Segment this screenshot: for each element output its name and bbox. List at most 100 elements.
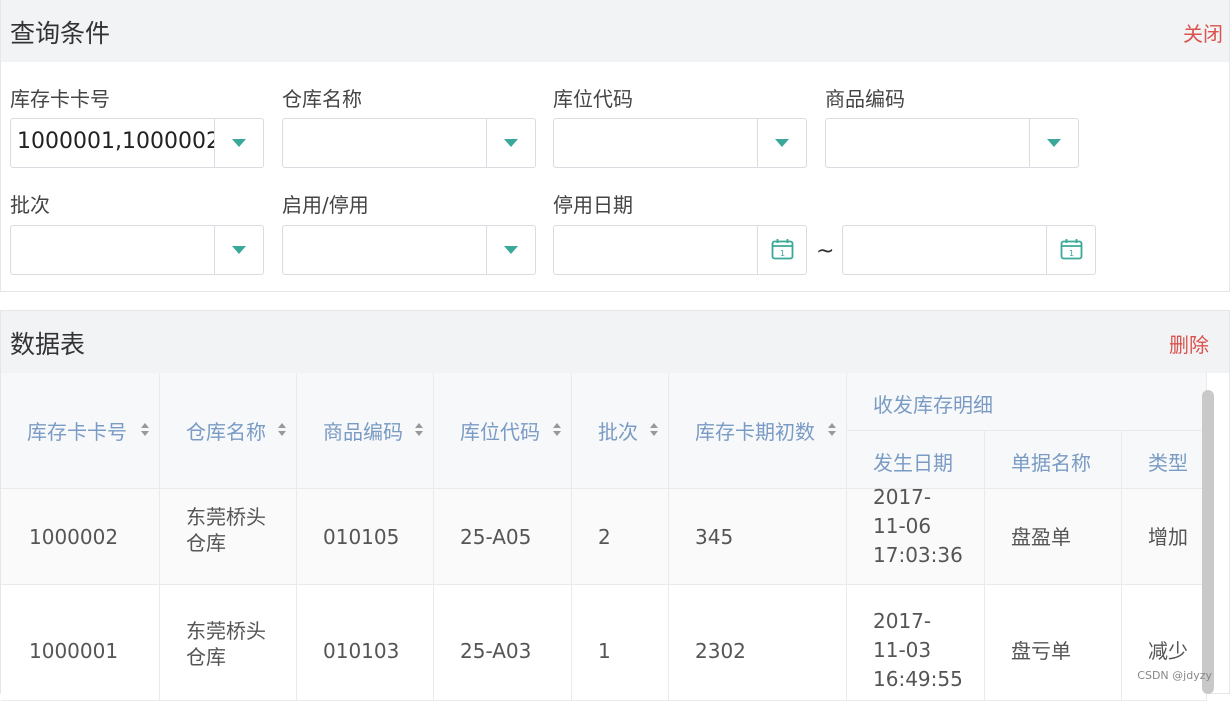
column-header-label: 仓库名称 [186, 420, 266, 444]
location-combo[interactable] [553, 118, 807, 168]
card-no-value[interactable]: 1000001,1000002 [17, 129, 215, 154]
column-header-batch[interactable]: 批次 [572, 373, 669, 489]
column-header-label: 库位代码 [460, 420, 540, 444]
chevron-down-icon [232, 246, 246, 254]
data-panel: 数据表 删除 库存卡卡号 仓库名称 商品编码 库位代码 批次 库存卡期初数 收发… [0, 310, 1230, 701]
column-header-card-no[interactable]: 库存卡卡号 [1, 373, 160, 489]
svg-text:1: 1 [780, 249, 785, 258]
cell-location: 25-A05 [434, 489, 572, 585]
column-header-label: 类型 [1148, 451, 1188, 475]
cell-date: 2017- 11-03 16:49:55 [847, 585, 985, 701]
sort-icon[interactable] [278, 423, 286, 437]
disable-date-from[interactable]: 1 [553, 225, 807, 275]
vertical-scrollbar[interactable] [1202, 390, 1214, 694]
close-button[interactable]: 关闭 [1183, 18, 1223, 47]
cell-card-no: 1000001 [1, 585, 160, 701]
column-header-warehouse[interactable]: 仓库名称 [160, 373, 297, 489]
cell-text: 17:03:36 [873, 543, 963, 567]
column-header-product[interactable]: 商品编码 [297, 373, 434, 489]
disable-date-label: 停用日期 [553, 193, 633, 217]
enabled-dropdown-button[interactable] [486, 226, 535, 274]
enabled-label: 启用/停用 [282, 193, 369, 217]
enabled-combo[interactable] [282, 225, 536, 275]
cell-card-no: 1000002 [1, 489, 160, 585]
query-panel: 查询条件 关闭 库存卡卡号 1000001,1000002 仓库名称 库位代码 … [0, 0, 1230, 292]
sort-icon[interactable] [553, 423, 561, 437]
cell-warehouse: 东莞桥头 仓库 [160, 585, 297, 701]
cell-type: 增加 [1122, 489, 1207, 585]
cell-batch: 2 [572, 489, 669, 585]
query-panel-header: 查询条件 关闭 [1, 0, 1229, 62]
batch-label: 批次 [10, 193, 50, 217]
card-no-dropdown-button[interactable] [214, 119, 263, 167]
location-label: 库位代码 [553, 87, 633, 111]
batch-dropdown-button[interactable] [214, 226, 263, 274]
column-header-label: 商品编码 [323, 420, 403, 444]
cell-doc: 盘亏单 [985, 585, 1122, 701]
batch-combo[interactable] [10, 225, 264, 275]
cell-text: 增加 [1148, 525, 1188, 549]
calendar-icon: 1 [771, 239, 794, 260]
cell-location: 25-A03 [434, 585, 572, 701]
cell-text: 2302 [695, 639, 746, 663]
cell-text: 东莞桥头 [186, 619, 266, 643]
cell-date: 2017- 11-06 17:03:36 [847, 485, 985, 585]
date-picker-button[interactable]: 1 [757, 226, 806, 274]
column-group-label: 收发库存明细 [873, 393, 993, 417]
delete-button[interactable]: 删除 [1169, 329, 1209, 358]
watermark: CSDN @jdyzy [1137, 669, 1212, 682]
date-picker-button[interactable]: 1 [1046, 226, 1095, 274]
disable-date-to[interactable]: 1 [842, 225, 1096, 275]
data-panel-title: 数据表 [10, 330, 86, 359]
cell-text: 16:49:55 [873, 667, 963, 691]
cell-text: 减少 [1148, 639, 1188, 663]
cell-text: 11-03 [873, 638, 932, 662]
product-combo[interactable] [825, 118, 1079, 168]
cell-text: 2 [598, 525, 611, 549]
sort-icon[interactable] [650, 423, 658, 437]
sort-icon[interactable] [415, 423, 423, 437]
column-header-opening[interactable]: 库存卡期初数 [669, 373, 847, 489]
cell-text: 345 [695, 525, 734, 549]
cell-text: 仓库 [186, 531, 226, 555]
chevron-down-icon [504, 139, 518, 147]
column-header-label: 单据名称 [1011, 451, 1091, 475]
card-no-combo[interactable]: 1000001,1000002 [10, 118, 264, 168]
column-header-label: 批次 [598, 420, 638, 444]
cell-text: 11-06 [873, 514, 932, 538]
product-label: 商品编码 [825, 87, 905, 111]
cell-warehouse: 东莞桥头 仓库 [160, 489, 297, 585]
card-no-label: 库存卡卡号 [10, 87, 110, 111]
data-grid: 库存卡卡号 仓库名称 商品编码 库位代码 批次 库存卡期初数 收发库存明细 发生… [1, 373, 1207, 701]
cell-doc: 盘盈单 [985, 489, 1122, 585]
sort-icon[interactable] [828, 423, 836, 437]
cell-text: 010103 [323, 639, 400, 663]
column-header-date[interactable]: 发生日期 [847, 431, 985, 489]
column-header-label: 发生日期 [873, 451, 953, 475]
cell-text: 2017- [873, 485, 932, 509]
cell-product: 010105 [297, 489, 434, 585]
column-header-doc[interactable]: 单据名称 [985, 431, 1122, 489]
cell-type: 减少 [1122, 585, 1207, 701]
warehouse-dropdown-button[interactable] [486, 119, 535, 167]
column-header-type[interactable]: 类型 [1122, 431, 1207, 489]
location-dropdown-button[interactable] [757, 119, 806, 167]
warehouse-combo[interactable] [282, 118, 536, 168]
sort-icon[interactable] [141, 423, 149, 437]
cell-text: 1000002 [29, 525, 119, 549]
chevron-down-icon [1047, 139, 1061, 147]
cell-text: 2017- [873, 609, 932, 633]
chevron-down-icon [775, 139, 789, 147]
column-header-label: 库存卡期初数 [695, 420, 815, 444]
product-dropdown-button[interactable] [1029, 119, 1078, 167]
cell-text: 盘亏单 [1011, 639, 1071, 663]
column-header-label: 库存卡卡号 [27, 420, 127, 444]
cell-opening: 345 [669, 489, 847, 585]
cell-text: 010105 [323, 525, 400, 549]
column-header-location[interactable]: 库位代码 [434, 373, 572, 489]
cell-text: 1000001 [29, 639, 119, 663]
calendar-icon: 1 [1060, 239, 1083, 260]
cell-product: 010103 [297, 585, 434, 701]
cell-text: 25-A03 [460, 639, 532, 663]
cell-text: 仓库 [186, 645, 226, 669]
